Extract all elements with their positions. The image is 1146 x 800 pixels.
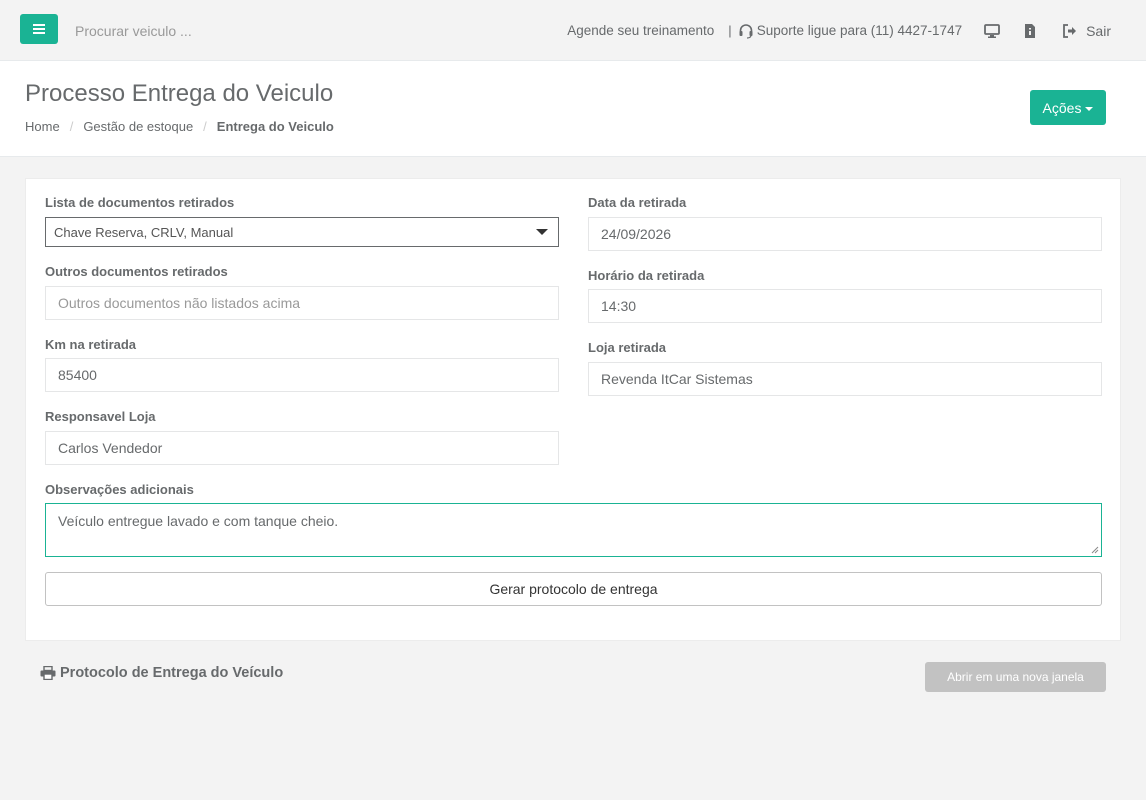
page-title: Processo Entrega do Veiculo: [25, 80, 334, 107]
top-navbar: Agende seu treinamento | Suporte ligue p…: [0, 0, 1146, 61]
page-heading: Processo Entrega do Veiculo Home / Gestã…: [0, 61, 1146, 157]
logout-label: Sair: [1086, 22, 1111, 39]
km-label: Km na retirada: [45, 337, 137, 352]
print-icon: [40, 666, 56, 680]
docs-label: Lista de documentos retirados: [45, 195, 235, 210]
breadcrumb-home[interactable]: Home: [25, 119, 60, 134]
store-label: Loja retirada: [588, 340, 667, 355]
protocol-title: Protocolo de Entrega do Veículo: [60, 665, 284, 681]
store-value: Revenda ItCar Sistemas: [601, 371, 753, 387]
date-value: 24/09/2026: [601, 226, 672, 242]
notes-value: Veículo entregue lavado e com tanque che…: [58, 513, 339, 529]
logout-button[interactable]: Sair: [1062, 23, 1111, 39]
responsible-label: Responsavel Loja: [45, 409, 156, 424]
headset-icon: [739, 23, 753, 39]
search-input[interactable]: [75, 18, 375, 44]
support-text: Suporte ligue para (11) 4427-1747: [756, 23, 963, 38]
support-info: Suporte ligue para (11) 4427-1747: [738, 23, 962, 39]
actions-dropdown-button[interactable]: Ações: [1030, 90, 1106, 125]
km-value: 85400: [58, 367, 97, 383]
actions-label: Ações: [1042, 99, 1082, 116]
breadcrumb: Home / Gestão de estoque / Entrega do Ve…: [25, 119, 334, 134]
responsible-value: Carlos Vendedor: [58, 440, 163, 456]
document-button[interactable]: [1022, 23, 1038, 39]
document-icon: [1025, 23, 1036, 38]
caret-down-icon: [1085, 106, 1094, 111]
store-input[interactable]: Revenda ItCar Sistemas: [588, 362, 1102, 396]
breadcrumb-separator: /: [203, 119, 207, 134]
km-input[interactable]: 85400: [45, 358, 559, 392]
other-docs-input[interactable]: Outros documentos não listados acima: [45, 286, 559, 320]
training-link[interactable]: Agende seu treinamento: [567, 23, 714, 38]
time-label: Horário da retirada: [588, 268, 705, 283]
navbar-right: Agende seu treinamento | Suporte ligue p…: [567, 0, 1146, 61]
monitor-button[interactable]: [984, 23, 1000, 39]
other-docs-label: Outros documentos retirados: [45, 264, 228, 279]
other-docs-placeholder: Outros documentos não listados acima: [58, 295, 301, 311]
menu-icon: [33, 24, 45, 34]
notes-label: Observações adicionais: [45, 482, 194, 497]
breadcrumb-separator: /: [69, 119, 74, 134]
sign-out-icon: [1063, 23, 1077, 38]
nav-separator: |: [728, 23, 732, 38]
open-new-window-button[interactable]: Abrir em uma nova janela: [925, 662, 1106, 692]
protocol-heading: Protocolo de Entrega do Veículo: [40, 665, 283, 681]
resize-handle-icon[interactable]: [1091, 546, 1099, 554]
monitor-icon: [984, 23, 1000, 38]
breadcrumb-current: Entrega do Veiculo: [216, 119, 334, 134]
chevron-down-icon: [536, 229, 548, 235]
menu-toggle-button[interactable]: [20, 14, 58, 44]
delivery-form-panel: Lista de documentos retirados Chave Rese…: [25, 178, 1121, 641]
docs-select[interactable]: Chave Reserva, CRLV, Manual: [45, 217, 559, 247]
generate-protocol-label: Gerar protocolo de entrega: [489, 581, 658, 597]
generate-protocol-button[interactable]: Gerar protocolo de entrega: [45, 572, 1102, 606]
open-new-window-label: Abrir em uma nova janela: [947, 670, 1084, 684]
notes-textarea[interactable]: Veículo entregue lavado e com tanque che…: [45, 503, 1102, 557]
date-input[interactable]: 24/09/2026: [588, 217, 1102, 251]
responsible-input[interactable]: Carlos Vendedor: [45, 431, 559, 465]
date-label: Data da retirada: [588, 195, 687, 210]
time-value: 14:30: [601, 298, 637, 314]
docs-select-value: Chave Reserva, CRLV, Manual: [54, 224, 234, 240]
time-input[interactable]: 14:30: [588, 289, 1102, 323]
breadcrumb-stock[interactable]: Gestão de estoque: [83, 119, 193, 134]
